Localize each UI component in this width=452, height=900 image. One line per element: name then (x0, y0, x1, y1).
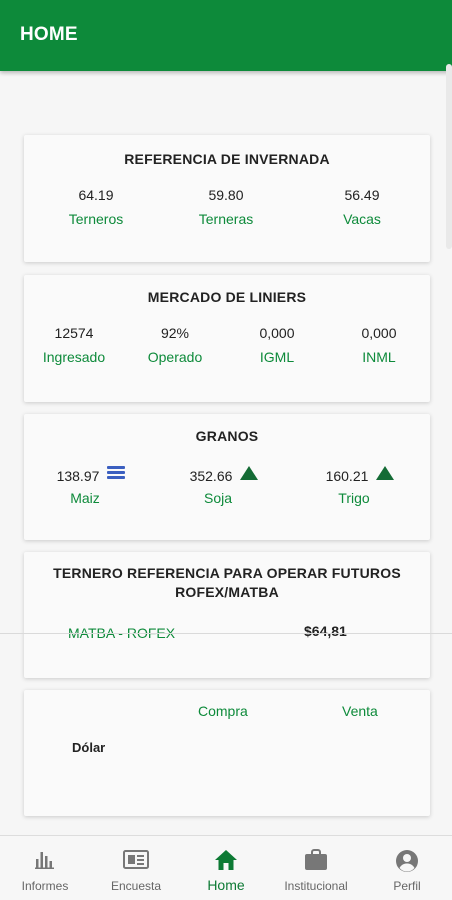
liniers-stat-ingresado: 12574 Ingresado (24, 325, 124, 365)
invernada-card[interactable]: REFERENCIA DE INVERNADA 64.19 Terneros 5… (24, 135, 430, 262)
bottom-navigation: Informes Encuesta Home Institucional Per… (0, 835, 452, 900)
scroll-indicator[interactable] (446, 64, 452, 249)
stat-value: 12574 (54, 325, 94, 341)
briefcase-icon (304, 849, 328, 876)
stat-value-row: 160.21 (295, 466, 425, 484)
divider (0, 633, 452, 634)
futuros-title-line2: ROFEX/MATBA (175, 584, 279, 600)
newspaper-icon (123, 849, 149, 874)
futuros-price: $64,81 (304, 623, 347, 639)
nav-item-institucional[interactable]: Institucional (271, 836, 361, 900)
nav-label: Encuesta (110, 879, 162, 893)
invernada-stat-vacas: 56.49 Vacas (312, 187, 412, 227)
dolar-card[interactable]: Compra Venta Dólar (24, 690, 430, 816)
account-circle-icon (395, 849, 419, 878)
stat-label: Maiz (70, 490, 100, 506)
stat-value: 59.80 (208, 187, 244, 203)
liniers-card[interactable]: MERCADO DE LINIERS 12574 Ingresado 92% O… (24, 275, 430, 402)
stat-value: 352.66 (189, 468, 233, 484)
stat-value: 92% (160, 325, 190, 341)
stat-label: Trigo (338, 490, 370, 506)
liniers-stat-igml: 0,000 IGML (227, 325, 327, 365)
invernada-title: REFERENCIA DE INVERNADA (124, 151, 330, 167)
stat-value-row: 138.97 (26, 466, 156, 484)
dolar-sell-header: Venta (342, 703, 378, 719)
granos-stat-maiz: 138.97 Maiz (26, 466, 156, 506)
stat-label: Operado (147, 349, 203, 365)
granos-stat-trigo: 160.21 Trigo (295, 466, 425, 506)
app-bar: HOME (0, 0, 452, 71)
stat-value: 56.49 (344, 187, 380, 203)
stat-value: 160.21 (325, 468, 369, 484)
liniers-title: MERCADO DE LINIERS (147, 289, 307, 305)
dolar-buy-header: Compra (198, 703, 248, 719)
stat-value: 64.19 (78, 187, 114, 203)
stat-label: Ingresado (42, 349, 106, 365)
futuros-card[interactable]: TERNERO REFERENCIA PARA OPERAR FUTUROS R… (24, 552, 430, 678)
nav-item-perfil[interactable]: Perfil (362, 836, 452, 900)
nav-label: Institucional (284, 879, 348, 893)
stat-label: IGML (259, 349, 295, 365)
app: HOME REFERENCIA DE INVERNADA 64.19 Terne… (0, 0, 452, 900)
home-icon (214, 849, 238, 876)
nav-item-encuesta[interactable]: Encuesta (91, 836, 181, 900)
granos-stat-soja: 352.66 Soja (159, 466, 289, 506)
nav-label: Home (207, 877, 245, 893)
futuros-title-line1: TERNERO REFERENCIA PARA OPERAR FUTUROS (53, 565, 401, 581)
stat-value: 0,000 (259, 325, 295, 341)
invernada-stat-terneros: 64.19 Terneros (46, 187, 146, 227)
granos-card[interactable]: GRANOS 138.97 Maiz 352.66 Soja 160.21 Tr… (24, 414, 430, 540)
liniers-stat-operado: 92% Operado (125, 325, 225, 365)
nav-item-informes[interactable]: Informes (0, 836, 90, 900)
bar-chart-icon (34, 849, 56, 874)
granos-title: GRANOS (195, 428, 259, 444)
stat-label: Soja (203, 490, 233, 506)
nav-label: Informes (21, 879, 69, 893)
nav-label: Perfil (393, 879, 421, 893)
stat-label: Terneros (68, 211, 124, 227)
dolar-row-label: Dólar (72, 740, 106, 755)
stat-value: 138.97 (56, 468, 100, 484)
stat-label: Vacas (343, 211, 381, 227)
stat-value-row: 352.66 (159, 466, 289, 484)
arrow-up-icon (240, 466, 259, 480)
equal-icon (107, 466, 126, 480)
stat-label: Terneras (198, 211, 254, 227)
arrow-up-icon (376, 466, 395, 480)
page-title: HOME (20, 24, 78, 45)
stat-value: 0,000 (361, 325, 397, 341)
nav-item-home[interactable]: Home (181, 836, 271, 900)
invernada-stat-terneras: 59.80 Terneras (176, 187, 276, 227)
liniers-stat-inml: 0,000 INML (329, 325, 429, 365)
stat-label: INML (362, 349, 396, 365)
